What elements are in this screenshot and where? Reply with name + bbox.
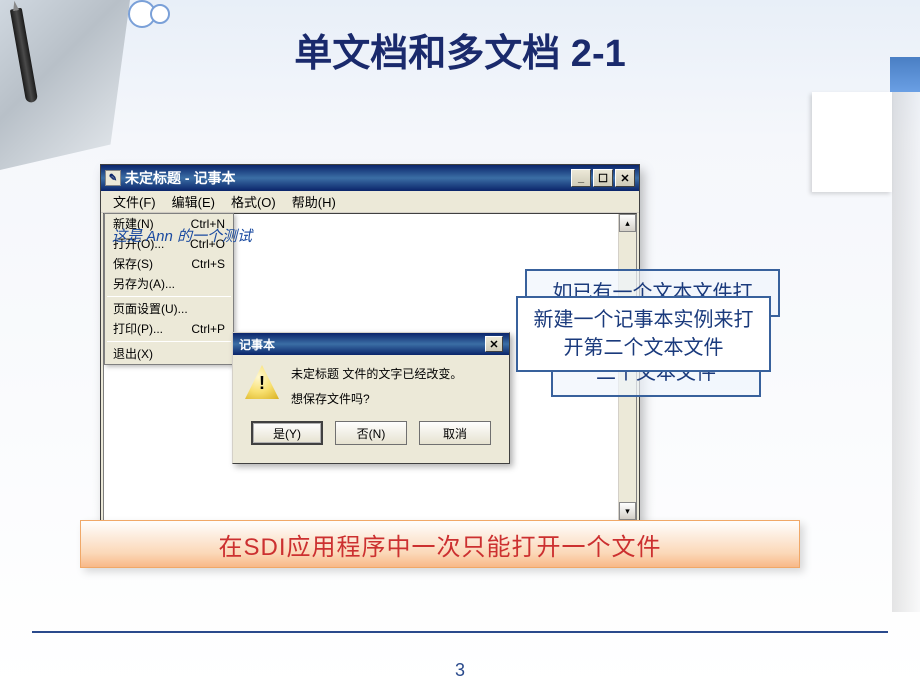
notepad-title-text: 未定标题 - 记事本 [125,168,571,188]
menu-item-exit[interactable]: 退出(X) [105,344,233,364]
menu-separator [107,296,231,297]
menu-file[interactable]: 文件(F) [105,190,164,213]
overlay-test-text: 这是 Ann 的一个测试 [112,225,252,246]
menu-item-print[interactable]: 打印(P)... Ctrl+P [105,319,233,339]
dialog-line2: 想保存文件吗? [291,390,462,409]
menu-help[interactable]: 帮助(H) [284,190,344,213]
maximize-button[interactable]: ☐ [593,169,613,187]
window-buttons: _ ☐ ✕ [571,169,635,187]
decorative-bubbles [128,0,188,24]
dialog-buttons: 是(Y) 否(N) 取消 [233,417,509,455]
dialog-close-button[interactable]: ✕ [485,336,503,352]
menu-item-saveas[interactable]: 另存为(A)... [105,274,233,294]
no-button[interactable]: 否(N) [335,421,407,445]
warning-icon [245,365,279,399]
notepad-icon: ✎ [105,170,121,186]
decorative-shadow [892,92,920,612]
slide-title: 单文档和多文档 2-1 [0,22,920,77]
notepad-titlebar[interactable]: ✎ 未定标题 - 记事本 _ ☐ ✕ [101,165,639,191]
decorative-card [812,92,892,192]
bottom-summary-text: 在SDI应用程序中一次只能打开一个文件 [218,527,661,562]
dialog-line1: 未定标题 文件的文字已经改变。 [291,365,462,384]
menu-edit[interactable]: 编辑(E) [164,190,223,213]
menu-separator [107,341,231,342]
dialog-title-text: 记事本 [239,336,485,353]
footer-divider [32,631,888,633]
scroll-up-button[interactable]: ▴ [619,214,636,232]
cancel-button[interactable]: 取消 [419,421,491,445]
menu-item-save[interactable]: 保存(S) Ctrl+S [105,254,233,274]
callout-text-2: 新建一个记事本实例来打开第二个文本文件 [516,296,771,372]
scroll-down-button[interactable]: ▾ [619,502,636,520]
save-confirm-dialog: 记事本 ✕ 未定标题 文件的文字已经改变。 想保存文件吗? 是(Y) 否(N) … [232,332,510,464]
page-number: 3 [0,660,920,681]
dialog-message: 未定标题 文件的文字已经改变。 想保存文件吗? [291,365,462,409]
menu-item-pagesetup[interactable]: 页面设置(U)... [105,299,233,319]
close-button[interactable]: ✕ [615,169,635,187]
decorative-blue-tab [890,57,920,92]
dialog-titlebar[interactable]: 记事本 ✕ [233,333,509,355]
dialog-body: 未定标题 文件的文字已经改变。 想保存文件吗? [233,355,509,417]
yes-button[interactable]: 是(Y) [251,421,323,445]
menu-format[interactable]: 格式(O) [223,190,284,213]
notepad-menubar: 文件(F) 编辑(E) 格式(O) 帮助(H) [101,191,639,213]
bottom-summary-bar: 在SDI应用程序中一次只能打开一个文件 [80,520,800,568]
minimize-button[interactable]: _ [571,169,591,187]
